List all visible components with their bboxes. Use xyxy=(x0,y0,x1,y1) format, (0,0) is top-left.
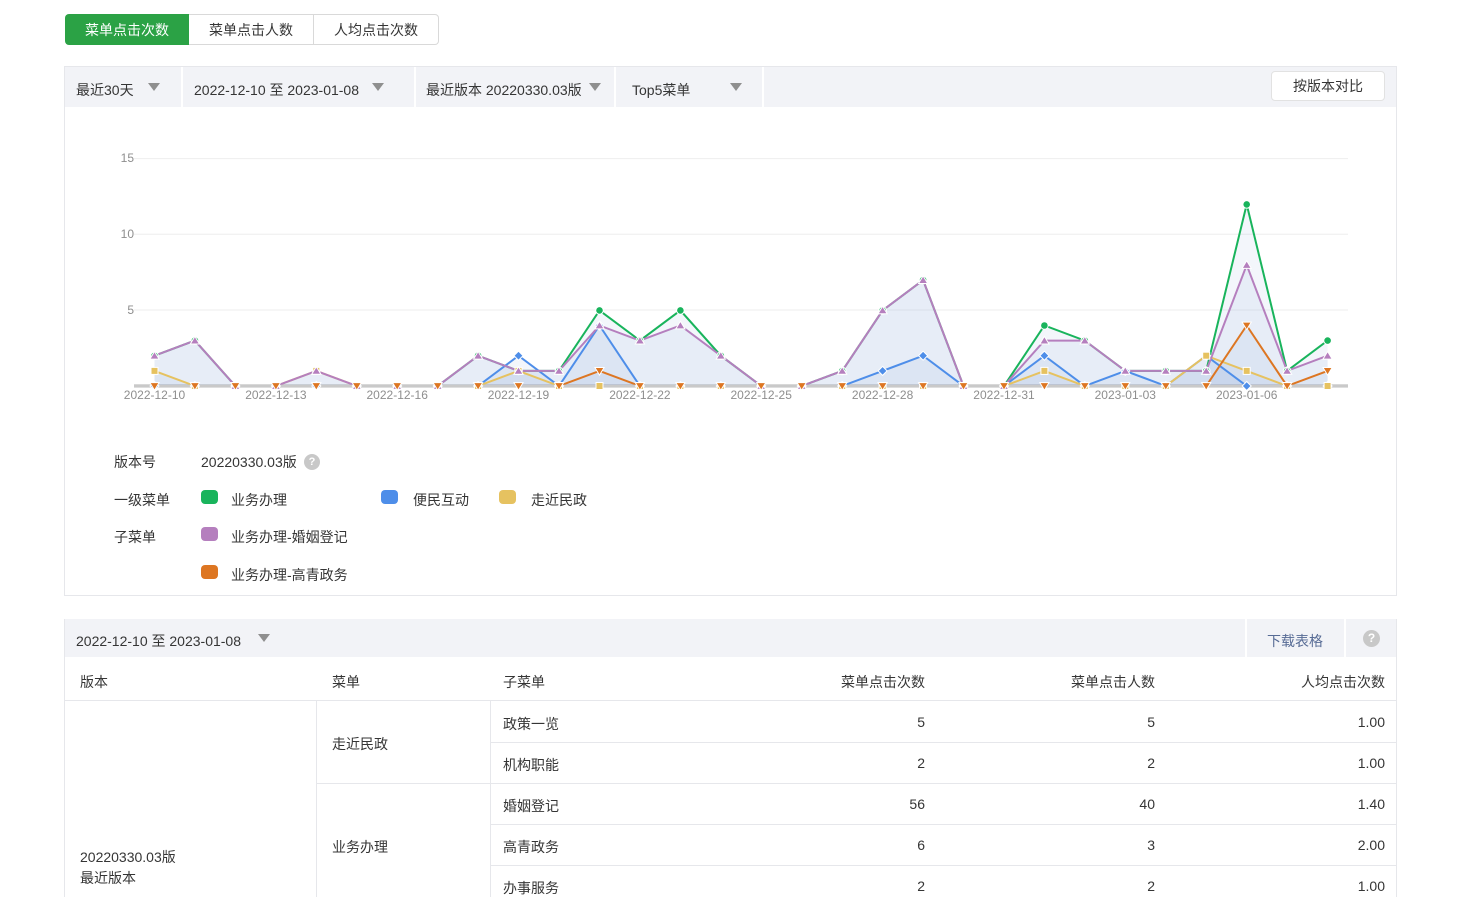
svg-text:10: 10 xyxy=(121,227,135,241)
svg-text:15: 15 xyxy=(121,151,135,165)
svg-text:5: 5 xyxy=(127,303,134,317)
